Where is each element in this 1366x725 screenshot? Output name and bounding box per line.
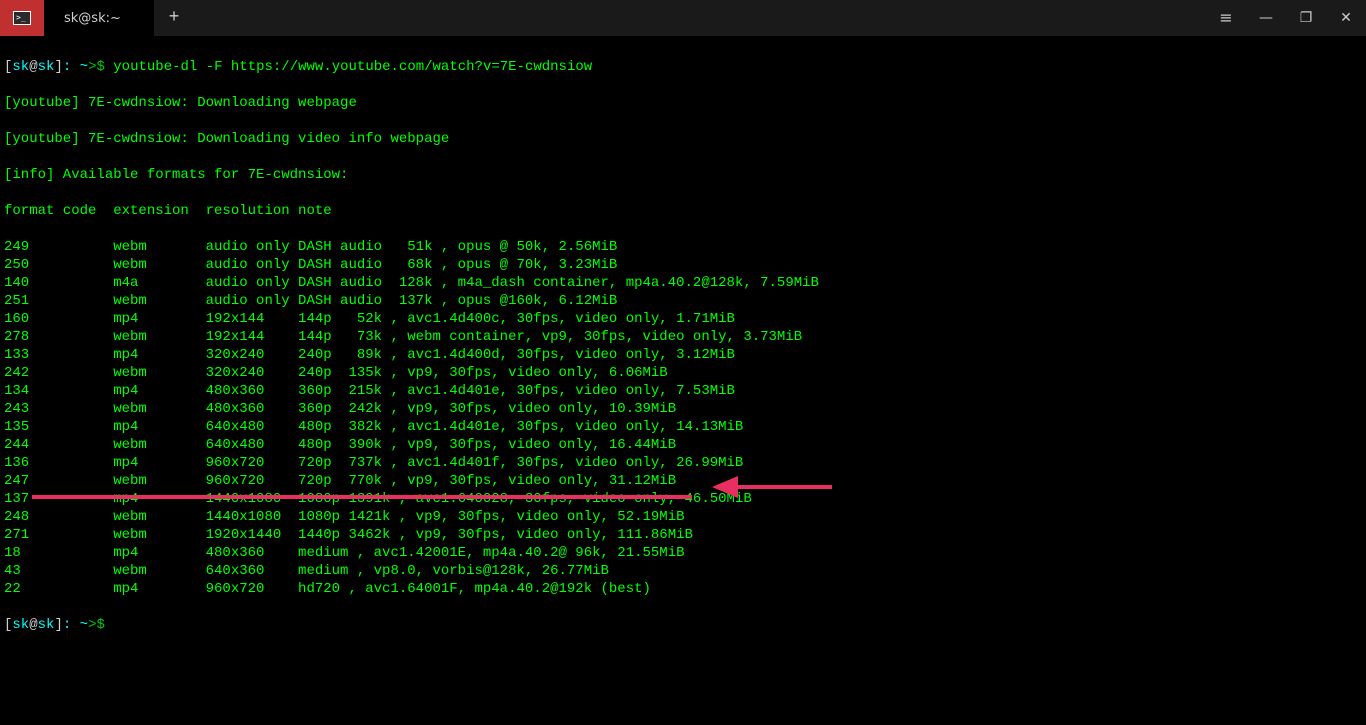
menu-button[interactable]: ≡ <box>1206 0 1246 36</box>
prompt-host: sk <box>38 59 55 75</box>
prompt-line: [sk@sk]: ~>$ youtube-dl -F https://www.y… <box>4 58 1362 76</box>
terminal-icon: >_ <box>13 11 31 25</box>
titlebar: >_ sk@sk:~ + ≡ — ❐ ✕ <box>0 0 1366 36</box>
bracket-close: ] <box>54 617 62 633</box>
minimize-icon: — <box>1259 9 1273 27</box>
new-tab-button[interactable]: + <box>154 0 194 36</box>
format-row: 133 mp4 320x240 240p 89k , avc1.4d400d, … <box>4 346 1362 364</box>
format-row: 271 webm 1920x1440 1440p 3462k , vp9, 30… <box>4 526 1362 544</box>
format-row: 251 webm audio only DASH audio 137k , op… <box>4 292 1362 310</box>
close-icon: ✕ <box>1340 9 1352 27</box>
minimize-button[interactable]: — <box>1246 0 1286 36</box>
prompt-host: sk <box>38 617 55 633</box>
format-row: 43 webm 640x360 medium , vp8.0, vorbis@1… <box>4 562 1362 580</box>
prompt-user: sk <box>12 59 29 75</box>
output-header: format code extension resolution note <box>4 202 1362 220</box>
format-row: 248 webm 1440x1080 1080p 1421k , vp9, 30… <box>4 508 1362 526</box>
terminal-body[interactable]: [sk@sk]: ~>$ youtube-dl -F https://www.y… <box>0 36 1366 656</box>
format-row: 242 webm 320x240 240p 135k , vp9, 30fps,… <box>4 364 1362 382</box>
command-text: youtube-dl -F https://www.youtube.com/wa… <box>113 59 592 75</box>
format-row: 160 mp4 192x144 144p 52k , avc1.4d400c, … <box>4 310 1362 328</box>
active-tab[interactable]: sk@sk:~ <box>44 0 154 36</box>
terminal-icon-tab[interactable]: >_ <box>0 0 44 36</box>
format-row: 247 webm 960x720 720p 770k , vp9, 30fps,… <box>4 472 1362 490</box>
output-line: [info] Available formats for 7E-cwdnsiow… <box>4 166 1362 184</box>
close-button[interactable]: ✕ <box>1326 0 1366 36</box>
prompt-line-2: [sk@sk]: ~>$ <box>4 616 1362 634</box>
prompt-at: @ <box>29 617 37 633</box>
format-row: 244 webm 640x480 480p 390k , vp9, 30fps,… <box>4 436 1362 454</box>
format-row: 249 webm audio only DASH audio 51k , opu… <box>4 238 1362 256</box>
format-row: 135 mp4 640x480 480p 382k , avc1.4d401e,… <box>4 418 1362 436</box>
format-row: 140 m4a audio only DASH audio 128k , m4a… <box>4 274 1362 292</box>
tab-title: sk@sk:~ <box>64 10 121 28</box>
prompt-at: @ <box>29 59 37 75</box>
format-row: 18 mp4 480x360 medium , avc1.42001E, mp4… <box>4 544 1362 562</box>
plus-icon: + <box>169 9 180 27</box>
prompt-user: sk <box>12 617 29 633</box>
prompt-ps1: >$ <box>88 617 113 633</box>
format-row: 136 mp4 960x720 720p 737k , avc1.4d401f,… <box>4 454 1362 472</box>
hamburger-icon: ≡ <box>1219 9 1232 27</box>
bracket-close: ] <box>54 59 62 75</box>
window-controls: ≡ — ❐ ✕ <box>1206 0 1366 36</box>
format-row: 278 webm 192x144 144p 73k , webm contain… <box>4 328 1362 346</box>
format-row: 22 mp4 960x720 hd720 , avc1.64001F, mp4a… <box>4 580 1362 598</box>
output-line: [youtube] 7E-cwdnsiow: Downloading webpa… <box>4 94 1362 112</box>
format-row: 250 webm audio only DASH audio 68k , opu… <box>4 256 1362 274</box>
maximize-icon: ❐ <box>1300 9 1313 27</box>
prompt-ps1: >$ <box>88 59 113 75</box>
output-line: [youtube] 7E-cwdnsiow: Downloading video… <box>4 130 1362 148</box>
maximize-button[interactable]: ❐ <box>1286 0 1326 36</box>
format-row: 243 webm 480x360 360p 242k , vp9, 30fps,… <box>4 400 1362 418</box>
svg-text:>_: >_ <box>16 13 26 22</box>
prompt-path: : ~ <box>63 59 88 75</box>
prompt-path: : ~ <box>63 617 88 633</box>
format-row: 137 mp4 1440x1080 1080p 1391k , avc1.640… <box>4 490 1362 508</box>
format-row: 134 mp4 480x360 360p 215k , avc1.4d401e,… <box>4 382 1362 400</box>
